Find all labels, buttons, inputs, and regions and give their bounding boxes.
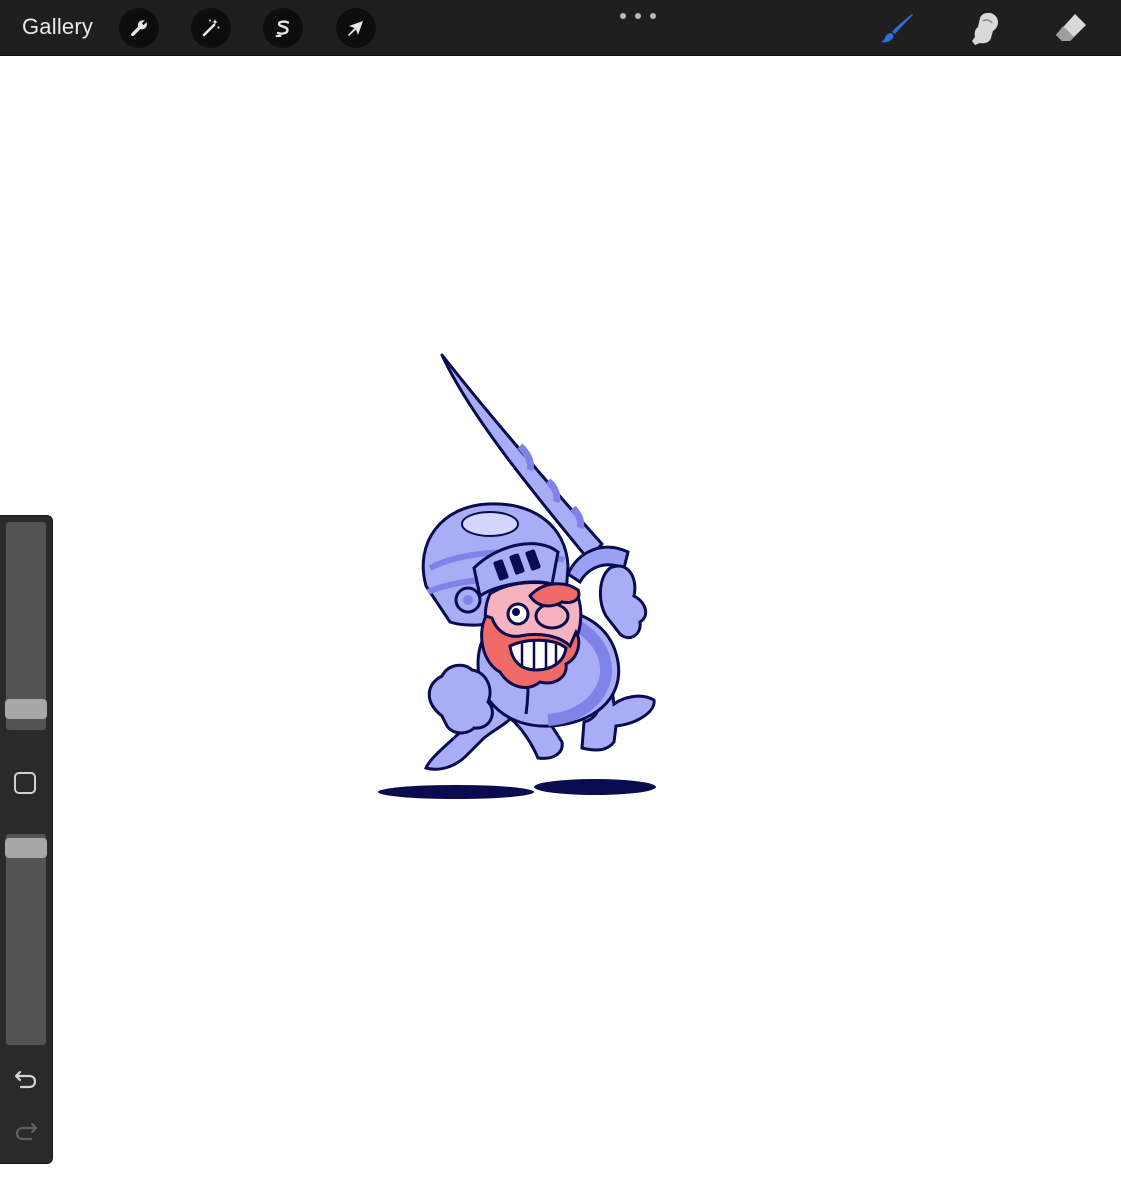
selection-s-icon [275, 20, 290, 37]
opacity-thumb[interactable] [5, 837, 47, 858]
eraser-icon [1056, 14, 1086, 41]
drawing-canvas[interactable] [0, 56, 1121, 1200]
ellipsis-icon [635, 13, 641, 19]
undo-icon[interactable] [12, 1064, 40, 1092]
knight-illustration [378, 353, 656, 799]
adjustments-button[interactable] [191, 8, 231, 48]
actions-button[interactable] [119, 8, 159, 48]
ellipsis-icon [620, 13, 626, 19]
square-modify-icon[interactable] [14, 772, 36, 794]
top-toolbar: Gallery [0, 0, 1121, 56]
gallery-button[interactable]: Gallery [22, 14, 93, 40]
smudge-finger-icon [972, 12, 998, 46]
brush-icon [881, 14, 913, 43]
brush-sidebar [0, 516, 52, 1163]
arrow-cursor-icon [348, 21, 363, 36]
brush-size-thumb[interactable] [5, 698, 47, 719]
wrench-icon [131, 20, 147, 37]
selection-button[interactable] [263, 8, 303, 48]
ellipsis-icon [650, 13, 656, 19]
magic-wand-icon [202, 19, 220, 37]
opacity-slider[interactable] [6, 834, 46, 1045]
brush-tool-button[interactable] [875, 8, 919, 48]
smudge-tool-button[interactable] [962, 8, 1006, 48]
eraser-tool-button[interactable] [1049, 8, 1093, 48]
transform-button[interactable] [336, 8, 376, 48]
more-options-button[interactable] [620, 8, 656, 24]
redo-icon[interactable] [12, 1116, 40, 1144]
